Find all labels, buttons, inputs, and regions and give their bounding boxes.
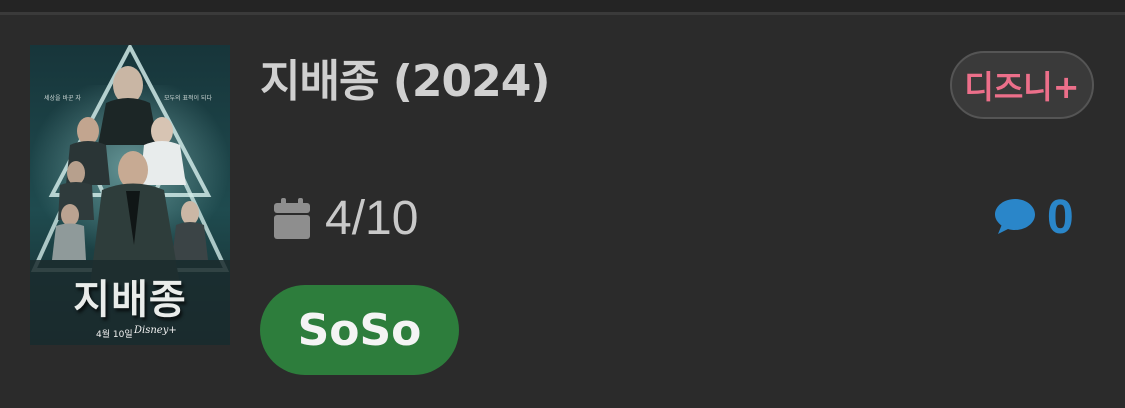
poster-release-date: 4월 10일 (96, 330, 133, 340)
status-badge[interactable]: SoSo (260, 285, 459, 375)
header-bar (0, 0, 1125, 12)
movie-poster[interactable]: 세상을 바꾼 자 모두의 표적이 되다 지배종 4월 10일 Disney+ (30, 45, 230, 345)
comment-count[interactable]: 0 (1047, 189, 1074, 247)
divider (0, 12, 1125, 15)
comment-bubble-icon[interactable] (994, 197, 1036, 235)
platform-badge[interactable]: 디즈니+ (950, 51, 1094, 119)
poster-tagline-right: 모두의 표적이 되다 (164, 95, 212, 102)
poster-tagline-left: 세상을 바꾼 자 (44, 95, 81, 102)
calendar-icon (274, 198, 310, 239)
poster-title: 지배종 (73, 277, 187, 323)
movie-title[interactable]: 지배종 (2024) (260, 54, 550, 110)
rating-value: 4/10 (325, 192, 419, 245)
poster-brand-logo: Disney+ (134, 325, 177, 336)
